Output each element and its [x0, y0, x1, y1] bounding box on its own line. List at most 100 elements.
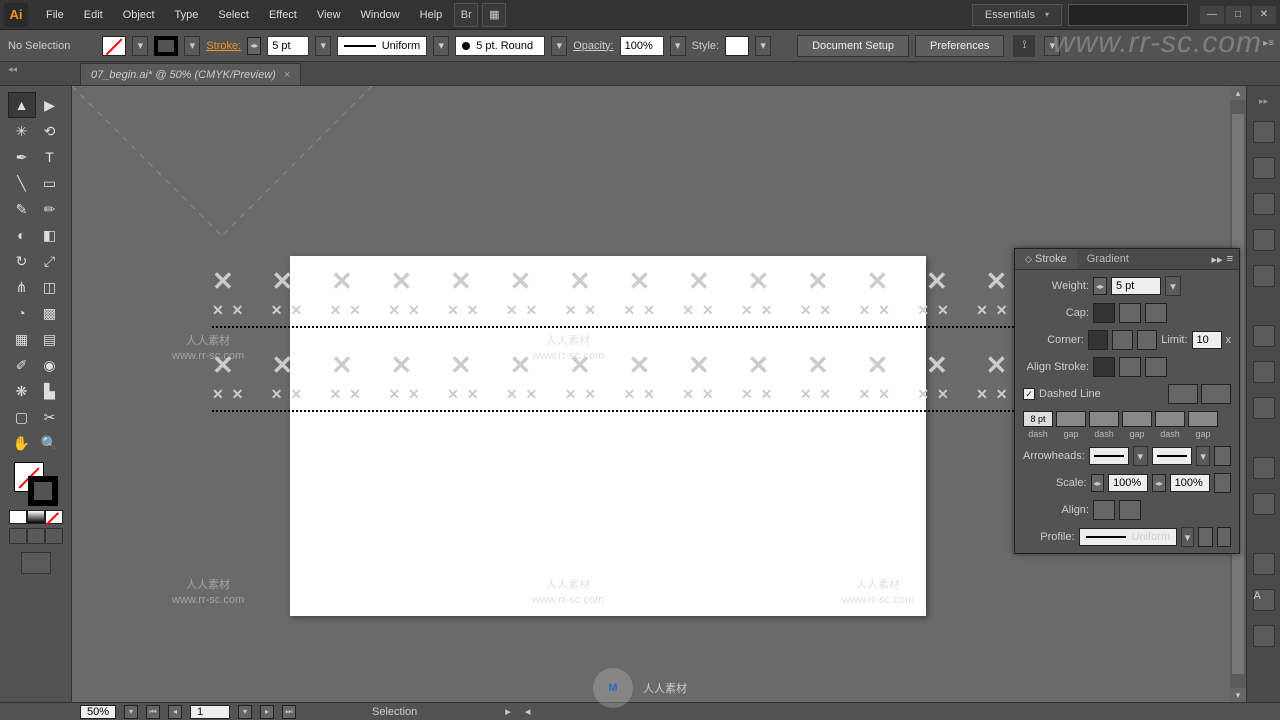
window-maximize[interactable]: □ [1226, 6, 1250, 24]
window-close[interactable]: ✕ [1252, 6, 1276, 24]
width-tool[interactable]: ⋔ [8, 274, 36, 300]
graphic-styles-panel-icon[interactable] [1253, 493, 1275, 515]
weight-dropdown[interactable]: ▾ [1165, 276, 1181, 296]
tab-gradient[interactable]: Gradient [1077, 249, 1139, 269]
window-minimize[interactable]: — [1200, 6, 1224, 24]
slice-tool[interactable]: ✂ [36, 404, 64, 430]
arrow-align-extend-button[interactable] [1093, 500, 1115, 520]
menu-view[interactable]: View [307, 3, 351, 27]
paintbrush-tool[interactable]: ✎ [8, 196, 36, 222]
artboard-number-input[interactable]: 1 [190, 705, 230, 719]
selection-tool[interactable]: ▲ [8, 92, 36, 118]
cap-projecting-button[interactable] [1145, 303, 1167, 323]
menu-file[interactable]: File [36, 3, 74, 27]
appearance-panel-icon[interactable] [1253, 457, 1275, 479]
profile-dropdown[interactable]: ▾ [1181, 527, 1194, 547]
dash-align-button[interactable] [1201, 384, 1231, 404]
gap-input-2[interactable] [1122, 411, 1152, 427]
brushes-panel-icon[interactable] [1253, 229, 1275, 251]
blend-tool[interactable]: ◉ [36, 352, 64, 378]
dash-preserve-button[interactable] [1168, 384, 1198, 404]
align-to-icon[interactable]: ⟟ [1012, 34, 1036, 58]
gap-input-3[interactable] [1188, 411, 1218, 427]
gradient-panel-icon[interactable] [1253, 361, 1275, 383]
corner-round-button[interactable] [1112, 330, 1132, 350]
transparency-panel-icon[interactable] [1253, 397, 1275, 419]
type-tool[interactable]: T [36, 144, 64, 170]
nav-prev-button[interactable]: ◂ [168, 705, 182, 719]
magic-wand-tool[interactable]: ✳ [8, 118, 36, 144]
weight-stepper[interactable]: ◂▸ [1093, 277, 1107, 295]
dashed-line-checkbox[interactable]: ✓ [1023, 388, 1035, 400]
opacity-label[interactable]: Opacity: [573, 40, 613, 52]
menu-effect[interactable]: Effect [259, 3, 307, 27]
nav-last-button[interactable]: ⏭ [282, 705, 296, 719]
layers-panel-icon[interactable] [1253, 553, 1275, 575]
profile-flip-x-button[interactable] [1198, 527, 1213, 547]
arrowhead-start-dropdown[interactable]: ▾ [1133, 446, 1148, 466]
pen-tool[interactable]: ✒ [8, 144, 36, 170]
fill-dropdown[interactable]: ▾ [132, 36, 148, 56]
style-dropdown[interactable]: ▾ [755, 36, 771, 56]
rotate-tool[interactable]: ↻ [8, 248, 36, 274]
draw-modes[interactable] [9, 528, 63, 544]
panel-collapse-icon[interactable]: ▸▸ [1212, 253, 1223, 266]
document-setup-button[interactable]: Document Setup [797, 35, 909, 57]
stroke-weight-input[interactable]: 5 pt [267, 36, 309, 56]
color-mode-swatches[interactable] [9, 510, 63, 524]
align-outside-button[interactable] [1145, 357, 1167, 377]
fill-stroke-control[interactable] [14, 462, 58, 506]
limit-input[interactable]: 10 [1192, 331, 1222, 349]
mesh-tool[interactable]: ▦ [8, 326, 36, 352]
scale-start-stepper[interactable]: ◂▸ [1091, 474, 1105, 492]
controlbar-flyout-icon[interactable]: ▸≡ [1263, 38, 1274, 49]
scale-end-stepper[interactable]: ◂▸ [1152, 474, 1166, 492]
scale-start-input[interactable]: 100% [1108, 474, 1148, 492]
color-panel-icon[interactable] [1253, 121, 1275, 143]
paragraph-panel-icon[interactable] [1253, 625, 1275, 647]
perspective-tool[interactable]: ▩ [36, 300, 64, 326]
align-to-dropdown[interactable]: ▾ [1044, 36, 1060, 56]
menu-window[interactable]: Window [351, 3, 410, 27]
varwidth-dropdown[interactable]: ▾ [551, 36, 567, 56]
panel-menu-icon[interactable]: ≡ [1227, 253, 1233, 266]
nav-first-button[interactable]: ⏮ [146, 705, 160, 719]
stroke-weight-dropdown[interactable]: ▾ [315, 36, 331, 56]
hscroll-left[interactable]: ◂ [525, 705, 535, 718]
hand-tool[interactable]: ✋ [8, 430, 36, 456]
menu-object[interactable]: Object [113, 3, 165, 27]
opacity-input[interactable]: 100% [620, 36, 664, 56]
document-tab-close[interactable]: × [284, 69, 290, 81]
gradient-tool[interactable]: ▤ [36, 326, 64, 352]
eraser-tool[interactable]: ◧ [36, 222, 64, 248]
align-center-button[interactable] [1093, 357, 1115, 377]
gap-input-1[interactable] [1056, 411, 1086, 427]
align-inside-button[interactable] [1119, 357, 1141, 377]
bridge-icon[interactable]: Br [454, 3, 478, 27]
eyedropper-tool[interactable]: ✐ [8, 352, 36, 378]
arrowhead-end-select[interactable] [1152, 447, 1192, 465]
dock-expand-icon[interactable]: ▸▸ [1259, 96, 1268, 107]
swap-arrowheads-button[interactable] [1214, 446, 1231, 466]
fill-swatch[interactable] [102, 36, 126, 56]
graph-tool[interactable]: ▙ [36, 378, 64, 404]
menu-type[interactable]: Type [165, 3, 209, 27]
preferences-button[interactable]: Preferences [915, 35, 1004, 57]
style-swatch[interactable] [725, 36, 749, 56]
nav-next-button[interactable]: ▸ [260, 705, 274, 719]
zoom-dropdown[interactable]: ▾ [124, 705, 138, 719]
arrowhead-start-select[interactable] [1089, 447, 1129, 465]
scale-end-input[interactable]: 100% [1170, 474, 1210, 492]
shape-builder-tool[interactable]: ◔ [8, 300, 36, 326]
document-tab[interactable]: 07_begin.ai* @ 50% (CMYK/Preview) × [80, 63, 301, 85]
dash-input-3[interactable] [1155, 411, 1185, 427]
character-panel-icon[interactable]: A [1253, 589, 1275, 611]
tab-stroke[interactable]: ◇ Stroke [1015, 249, 1077, 269]
brush-dropdown[interactable]: ▾ [433, 36, 449, 56]
artboard-dropdown[interactable]: ▾ [238, 705, 252, 719]
corner-miter-button[interactable] [1088, 330, 1108, 350]
line-tool[interactable]: ╲ [8, 170, 36, 196]
symbols-panel-icon[interactable] [1253, 265, 1275, 287]
weight-input[interactable]: 5 pt [1111, 277, 1161, 295]
lasso-tool[interactable]: ⟲ [36, 118, 64, 144]
